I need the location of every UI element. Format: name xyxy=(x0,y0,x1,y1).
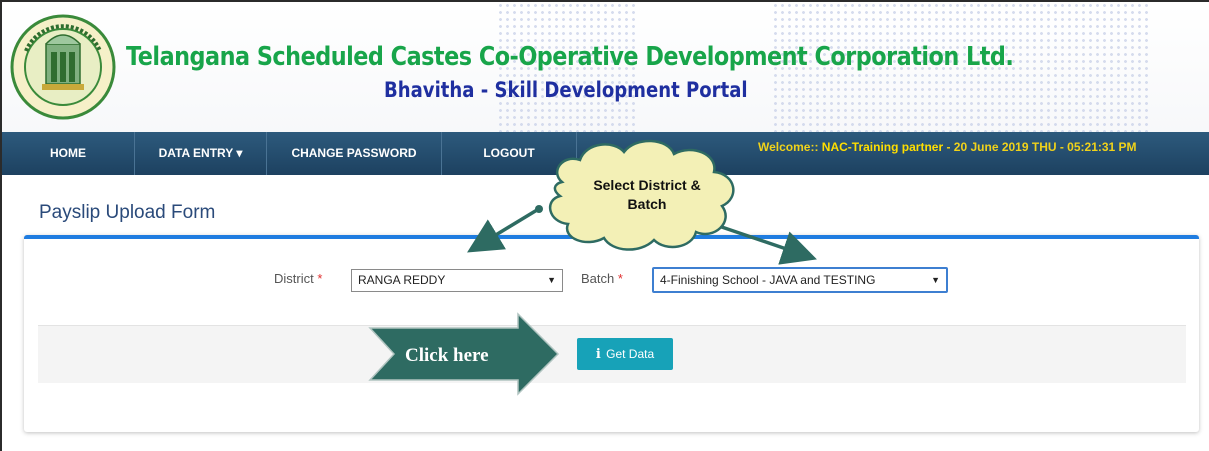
form-panel: District * RANGA REDDY ▼ Batch * 4-Finis… xyxy=(24,235,1199,432)
annotation-click-text: Click here xyxy=(405,345,489,366)
batch-selected-value: 4-Finishing School - JAVA and TESTING xyxy=(660,273,876,287)
annotation-arrow-district-tail xyxy=(535,205,543,213)
header-subtitle: Bhavitha - Skill Development Portal xyxy=(384,78,748,102)
district-label-text: District xyxy=(274,271,314,286)
batch-select[interactable]: 4-Finishing School - JAVA and TESTING ▼ xyxy=(652,267,948,293)
district-select[interactable]: RANGA REDDY ▼ xyxy=(351,269,563,292)
get-data-label: Get Data xyxy=(606,347,655,361)
info-icon: i xyxy=(595,347,601,362)
welcome-prefix: Welcome:: xyxy=(758,140,822,154)
site-header: Telangana Scheduled Castes Co-Operative … xyxy=(2,2,1209,132)
batch-label-text: Batch xyxy=(581,271,615,286)
welcome-message: Welcome:: NAC-Training partner - 20 June… xyxy=(758,132,1137,162)
get-data-button[interactable]: i Get Data xyxy=(577,338,673,370)
annotation-arrow-batch-tail xyxy=(701,217,709,225)
required-marker: * xyxy=(617,271,623,286)
district-selected-value: RANGA REDDY xyxy=(358,273,446,287)
telangana-emblem-logo xyxy=(10,14,116,120)
nav-logout[interactable]: LOGOUT xyxy=(442,132,577,175)
nav-data-entry-dropdown[interactable]: DATA ENTRY ▾ xyxy=(135,132,267,175)
annotation-cloud-text: Select District & Batch xyxy=(593,177,701,212)
required-marker: * xyxy=(317,271,323,286)
page-frame: Telangana Scheduled Castes Co-Operative … xyxy=(0,0,1209,451)
chevron-down-icon: ▼ xyxy=(547,275,556,285)
main-navbar: HOME DATA ENTRY ▾ CHANGE PASSWORD LOGOUT… xyxy=(2,132,1209,175)
form-action-bar: i Get Data xyxy=(38,325,1186,383)
district-label: District * xyxy=(274,271,322,286)
batch-label: Batch * xyxy=(581,271,623,286)
welcome-datetime: - 20 June 2019 THU - 05:21:31 PM xyxy=(943,140,1137,154)
chevron-down-icon: ▼ xyxy=(931,275,940,285)
nav-change-password[interactable]: CHANGE PASSWORD xyxy=(267,132,442,175)
welcome-user-name: NAC-Training partner xyxy=(821,140,944,154)
page-title: Payslip Upload Form xyxy=(39,202,216,223)
header-title: Telangana Scheduled Castes Co-Operative … xyxy=(126,42,1014,72)
nav-home[interactable]: HOME xyxy=(2,132,135,175)
